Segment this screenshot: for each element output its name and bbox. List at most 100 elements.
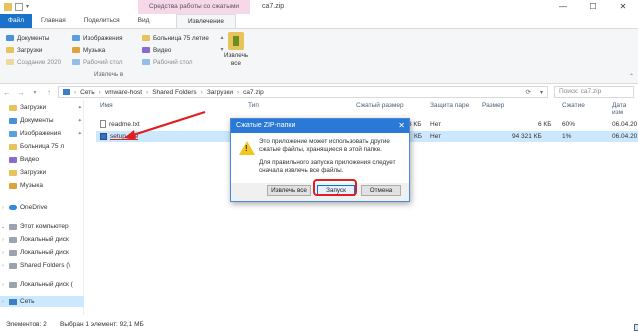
navigation-pane: Загрузки ✦ Документы ✦ Изображения ✦ Больни… — [0, 100, 84, 315]
sidebar-item-local-disk-2[interactable]: › Локальный диск — [0, 247, 84, 258]
crumb-host[interactable]: vmware-host — [105, 89, 142, 96]
search-input[interactable]: Поиск: ca7.zip — [554, 86, 634, 98]
sidebar-item-pictures[interactable]: Изображения ✦ — [0, 128, 84, 139]
cancel-button[interactable]: Отмена — [361, 185, 401, 196]
sidebar-item-downloads[interactable]: Загрузки ✦ — [0, 102, 84, 113]
date-cell: 06.04.20 — [612, 121, 638, 128]
ratio-cell: 60% — [562, 121, 576, 128]
sidebar-item-local-disk-3[interactable]: › Локальный диск ( — [0, 279, 84, 290]
disk-icon — [9, 236, 17, 243]
address-dropdown-icon[interactable]: ▾ — [540, 89, 543, 96]
sidebar-item-shared-folders[interactable]: › Shared Folders (\ — [0, 260, 84, 271]
place-creation[interactable]: Создание 2020 — [6, 56, 68, 68]
expand-chevron-icon[interactable]: › — [0, 263, 6, 269]
network-drive-icon — [9, 262, 17, 269]
tab-file[interactable]: Файл — [0, 14, 32, 28]
place-desktop[interactable]: Рабочий стол — [72, 56, 138, 68]
status-bar: Элементов: 2 Выбран 1 элемент: 92,1 МБ — [0, 318, 638, 332]
close-window-button[interactable]: ✕ — [608, 0, 638, 14]
address-bar-row: ← → ▾ ↑ › Сеть › vmware-host › Shared Fold… — [0, 85, 638, 99]
folder-icon[interactable] — [4, 3, 12, 11]
sidebar-item-video[interactable]: Видео — [0, 154, 84, 165]
music-folder-icon — [72, 47, 80, 53]
crumb-archive[interactable]: ca7.zip — [243, 89, 264, 96]
executable-file-icon — [100, 132, 107, 140]
place-pictures[interactable]: Изображения — [72, 32, 138, 44]
disk-icon — [9, 281, 17, 288]
documents-folder-icon — [9, 117, 17, 124]
place-music[interactable]: Музыка — [72, 44, 138, 56]
forward-arrow-icon[interactable]: → — [14, 88, 28, 97]
expand-chevron-icon[interactable]: › — [0, 237, 6, 243]
undo-icon[interactable] — [15, 3, 23, 11]
tab-share[interactable]: Поделиться — [75, 14, 129, 28]
column-header-ratio[interactable]: Сжатие — [562, 102, 585, 112]
sidebar-item-hospital[interactable]: Больница 75 л — [0, 141, 84, 152]
refresh-icon[interactable]: ⟳ — [526, 88, 531, 96]
downloads-folder-icon — [6, 47, 14, 53]
crumb-network[interactable]: Сеть — [80, 89, 94, 96]
place-hospital[interactable]: Больница 75 летие — [142, 32, 224, 44]
ribbon-group-label: Извлечь в — [94, 71, 124, 78]
sidebar-item-music[interactable]: Музыка — [0, 180, 84, 191]
tab-home[interactable]: Главная — [32, 14, 75, 28]
pin-icon: ✦ — [77, 130, 82, 137]
disk-icon — [9, 249, 17, 256]
column-header-name[interactable]: Имя — [100, 102, 113, 112]
sidebar-item-documents[interactable]: Документы ✦ — [0, 115, 84, 126]
maximize-button[interactable]: ☐ — [578, 0, 608, 14]
breadcrumb[interactable]: › Сеть › vmware-host › Shared Folders › Заг… — [58, 86, 548, 98]
music-folder-icon — [9, 182, 17, 189]
dialog-close-icon[interactable]: ✕ — [398, 119, 405, 133]
password-cell: Нет — [430, 133, 442, 140]
downloads-folder-icon — [9, 169, 17, 176]
crumb-downloads[interactable]: Загрузки — [207, 89, 233, 96]
sidebar-item-network[interactable]: › Сеть — [0, 296, 84, 307]
column-header-password[interactable]: Защита паре — [430, 102, 469, 112]
video-folder-icon — [142, 47, 150, 53]
quick-access-toolbar: ▾ — [4, 3, 34, 11]
recent-locations-icon[interactable]: ▾ — [28, 89, 42, 96]
sidebar-item-onedrive[interactable]: › OneDrive — [0, 202, 84, 213]
tab-extract[interactable]: Извлечение — [176, 14, 236, 29]
extract-all-dialog-button[interactable]: Извлечь все — [267, 185, 311, 196]
packed-size-cell: КБ — [414, 133, 423, 140]
expand-chevron-icon[interactable]: › — [0, 205, 6, 211]
place-desktop-2[interactable]: Рабочий стол — [142, 56, 224, 68]
column-header-size[interactable]: Размер — [482, 102, 504, 112]
sidebar-item-local-disk-1[interactable]: › Локальный диск — [0, 234, 84, 245]
collapse-ribbon-icon[interactable]: ⌃ — [629, 73, 634, 80]
place-downloads[interactable]: Загрузки — [6, 44, 68, 56]
collapse-chevron-icon[interactable]: ⌄ — [0, 224, 6, 230]
folder-icon — [142, 35, 150, 41]
dropdown-icon[interactable]: ▾ — [26, 3, 34, 11]
expand-chevron-icon[interactable]: › — [0, 250, 6, 256]
file-name-cell[interactable]: readme.txt — [100, 119, 140, 130]
place-video[interactable]: Видео — [142, 44, 224, 56]
column-header-type[interactable]: Тип — [248, 102, 259, 112]
expand-chevron-icon[interactable]: › — [0, 282, 6, 288]
ratio-cell: 1% — [562, 133, 572, 140]
large-icons-view-icon[interactable] — [634, 324, 638, 331]
pin-icon: ✦ — [77, 117, 82, 124]
minimize-button[interactable]: — — [548, 0, 578, 14]
dialog-message: Это приложение может использовать другие… — [259, 138, 390, 153]
sidebar-item-this-pc[interactable]: ⌄ Этот компьютер — [0, 221, 84, 232]
dialog-title-bar: Сжатые ZIP-папки ✕ — [231, 119, 409, 133]
folder-icon — [9, 143, 17, 150]
sidebar-item-downloads-2[interactable]: Загрузки — [0, 167, 84, 178]
size-cell: 6 КБ — [538, 121, 552, 128]
tab-view[interactable]: Вид — [129, 14, 159, 28]
column-header-date[interactable]: Дата изм — [612, 102, 638, 116]
folder-icon — [6, 59, 14, 65]
expand-chevron-icon[interactable]: › — [0, 299, 6, 305]
place-documents[interactable]: Документы — [6, 32, 68, 44]
column-header-packed-size[interactable]: Сжатый размер — [356, 102, 404, 112]
annotation-highlight-run — [313, 179, 357, 196]
back-arrow-icon[interactable]: ← — [0, 88, 14, 97]
up-arrow-icon[interactable]: ↑ — [42, 88, 56, 97]
file-name-cell[interactable]: setup.exe — [100, 131, 138, 142]
ribbon-tabs: Файл Главная Поделиться Вид Извлечение — [0, 14, 638, 29]
extract-all-button[interactable]: Извлечь все — [224, 32, 248, 68]
crumb-shared-folders[interactable]: Shared Folders — [152, 89, 196, 96]
